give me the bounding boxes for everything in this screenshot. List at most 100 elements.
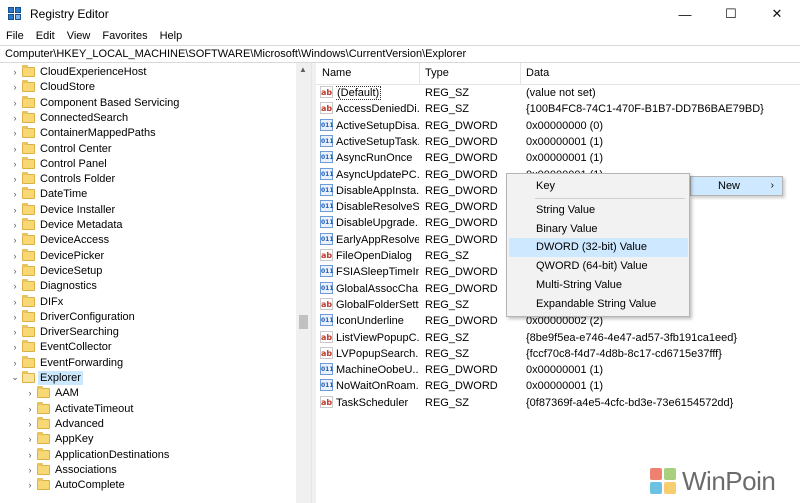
chevron-right-icon[interactable]: › bbox=[10, 67, 20, 77]
menu-item-dword-value[interactable]: DWORD (32-bit) Value bbox=[509, 238, 688, 257]
tree-item[interactable]: › DeviceAccess bbox=[10, 232, 111, 247]
chevron-right-icon[interactable]: › bbox=[25, 450, 35, 460]
string-value-icon: ab bbox=[320, 347, 333, 359]
chevron-right-icon[interactable]: › bbox=[10, 235, 20, 245]
chevron-right-icon[interactable]: › bbox=[25, 480, 35, 490]
tree-item[interactable]: › ActivateTimeout bbox=[25, 401, 135, 416]
tree-item[interactable]: › AAM bbox=[25, 385, 81, 400]
value-row[interactable]: 011 MachineOobeU... REG_DWORD 0x00000001 (1… bbox=[316, 362, 800, 378]
chevron-right-icon[interactable]: › bbox=[25, 465, 35, 475]
value-name: TaskScheduler bbox=[336, 396, 419, 410]
tree-scrollbar[interactable]: ▲ bbox=[296, 63, 311, 503]
value-name: ListViewPopupC... bbox=[336, 331, 419, 345]
chevron-right-icon[interactable]: › bbox=[10, 220, 20, 230]
minimize-button[interactable]: — bbox=[662, 0, 708, 28]
chevron-right-icon[interactable]: › bbox=[10, 144, 20, 154]
column-separator[interactable] bbox=[419, 63, 420, 85]
tree-item[interactable]: › Advanced bbox=[25, 416, 106, 431]
tree-item[interactable]: › CloudStore bbox=[10, 79, 97, 94]
tree-item[interactable]: › ContainerMappedPaths bbox=[10, 125, 158, 140]
value-name: GlobalFolderSett... bbox=[336, 298, 419, 312]
value-row[interactable]: 011 NoWaitOnRoam... REG_DWORD 0x00000001 (1… bbox=[316, 378, 800, 394]
chevron-right-icon[interactable]: › bbox=[10, 98, 20, 108]
tree-item[interactable]: › Associations bbox=[25, 462, 119, 477]
scrollbar-thumb[interactable] bbox=[299, 315, 308, 329]
value-row[interactable]: 011 ActiveSetupDisa... REG_DWORD 0x00000000… bbox=[316, 118, 800, 134]
column-name-header[interactable]: Name bbox=[322, 67, 351, 79]
value-row[interactable]: ab (Default) REG_SZ (value not set) bbox=[316, 85, 800, 101]
context-menu-new[interactable]: New › bbox=[690, 176, 783, 196]
menu-item-string-value[interactable]: String Value bbox=[509, 201, 688, 220]
tree-item[interactable]: › Control Panel bbox=[10, 156, 109, 171]
chevron-down-icon[interactable]: ⌄ bbox=[10, 372, 20, 383]
tree-item[interactable]: › Device Installer bbox=[10, 202, 117, 217]
chevron-right-icon[interactable]: › bbox=[10, 327, 20, 337]
tree-item[interactable]: › ConnectedSearch bbox=[10, 110, 130, 125]
column-data-header[interactable]: Data bbox=[526, 67, 549, 79]
chevron-right-icon[interactable]: › bbox=[10, 113, 20, 123]
value-data: 0x00000001 (1) bbox=[526, 380, 604, 392]
value-row[interactable]: 011 AsyncRunOnce REG_DWORD 0x00000001 (1) bbox=[316, 150, 800, 166]
value-row[interactable]: ab AccessDeniedDi... REG_SZ {100B4FC8-74C1-… bbox=[316, 101, 800, 117]
column-separator[interactable] bbox=[520, 63, 521, 85]
chevron-right-icon[interactable]: › bbox=[10, 82, 20, 92]
value-row[interactable]: ab TaskScheduler REG_SZ {0f87369f-a4e5-4cfc… bbox=[316, 395, 800, 411]
tree-item[interactable]: › DriverSearching bbox=[10, 324, 121, 339]
menu-item-multi-string-value[interactable]: Multi-String Value bbox=[509, 276, 688, 295]
tree-item[interactable]: › DevicePicker bbox=[10, 248, 106, 263]
tree-item[interactable]: › Device Metadata bbox=[10, 217, 125, 232]
chevron-right-icon[interactable]: › bbox=[25, 404, 35, 414]
menu-file[interactable]: File bbox=[0, 30, 30, 42]
chevron-right-icon[interactable]: › bbox=[10, 358, 20, 368]
tree-item[interactable]: › DriverConfiguration bbox=[10, 309, 137, 324]
chevron-right-icon[interactable]: › bbox=[10, 342, 20, 352]
tree-item[interactable]: › DateTime bbox=[10, 186, 89, 201]
chevron-right-icon[interactable]: › bbox=[10, 189, 20, 199]
tree-item-label: AppKey bbox=[55, 432, 94, 445]
chevron-right-icon[interactable]: › bbox=[25, 388, 35, 398]
value-row[interactable]: ab ListViewPopupC... REG_SZ {8be9f5ea-e746-… bbox=[316, 330, 800, 346]
column-type-header[interactable]: Type bbox=[425, 67, 449, 79]
menu-item-qword-value[interactable]: QWORD (64-bit) Value bbox=[509, 257, 688, 276]
tree-item[interactable]: › Diagnostics bbox=[10, 278, 99, 293]
tree-item[interactable]: ⌄ Explorer bbox=[10, 370, 83, 385]
menu-edit[interactable]: Edit bbox=[30, 30, 61, 42]
chevron-right-icon[interactable]: › bbox=[10, 297, 20, 307]
tree-item[interactable]: › AppKey bbox=[25, 431, 96, 446]
chevron-right-icon[interactable]: › bbox=[10, 205, 20, 215]
tree-item[interactable]: › ApplicationDestinations bbox=[25, 447, 171, 462]
tree-item[interactable]: › EventForwarding bbox=[10, 355, 125, 370]
chevron-right-icon[interactable]: › bbox=[10, 159, 20, 169]
scroll-up-icon[interactable]: ▲ bbox=[299, 65, 307, 74]
chevron-right-icon[interactable]: › bbox=[10, 251, 20, 261]
tree-item[interactable]: › DIFx bbox=[10, 294, 65, 309]
menu-help[interactable]: Help bbox=[154, 30, 189, 42]
tree-item[interactable]: › Component Based Servicing bbox=[10, 95, 181, 110]
chevron-right-icon[interactable]: › bbox=[25, 434, 35, 444]
menu-item-expandable-string-value[interactable]: Expandable String Value bbox=[509, 295, 688, 314]
menu-favorites[interactable]: Favorites bbox=[96, 30, 153, 42]
value-type: REG_SZ bbox=[425, 348, 470, 360]
chevron-right-icon[interactable]: › bbox=[10, 128, 20, 138]
menu-item-binary-value[interactable]: Binary Value bbox=[509, 220, 688, 239]
folder-icon bbox=[22, 95, 35, 108]
tree-item[interactable]: › CloudExperienceHost bbox=[10, 64, 148, 79]
close-button[interactable]: ✕ bbox=[754, 0, 800, 28]
chevron-right-icon[interactable]: › bbox=[10, 174, 20, 184]
tree-item-label: ConnectedSearch bbox=[40, 111, 129, 124]
tree-item[interactable]: › DeviceSetup bbox=[10, 263, 104, 278]
tree-item[interactable]: › Control Center bbox=[10, 141, 114, 156]
maximize-button[interactable]: ☐ bbox=[708, 0, 754, 28]
chevron-right-icon[interactable]: › bbox=[25, 419, 35, 429]
chevron-right-icon[interactable]: › bbox=[10, 312, 20, 322]
menu-view[interactable]: View bbox=[61, 30, 97, 42]
chevron-right-icon[interactable]: › bbox=[10, 266, 20, 276]
value-row[interactable]: 011 ActiveSetupTask... REG_DWORD 0x00000001… bbox=[316, 134, 800, 150]
tree-item[interactable]: › AutoComplete bbox=[25, 477, 127, 492]
tree-item[interactable]: › Controls Folder bbox=[10, 171, 117, 186]
chevron-right-icon[interactable]: › bbox=[10, 281, 20, 291]
address-bar[interactable]: Computer\HKEY_LOCAL_MACHINE\SOFTWARE\Mic… bbox=[0, 45, 800, 63]
menu-item-key[interactable]: Key bbox=[509, 177, 688, 196]
tree-item[interactable]: › EventCollector bbox=[10, 339, 114, 354]
value-row[interactable]: ab LVPopupSearch... REG_SZ {fccf70c8-f4d7-4… bbox=[316, 346, 800, 362]
